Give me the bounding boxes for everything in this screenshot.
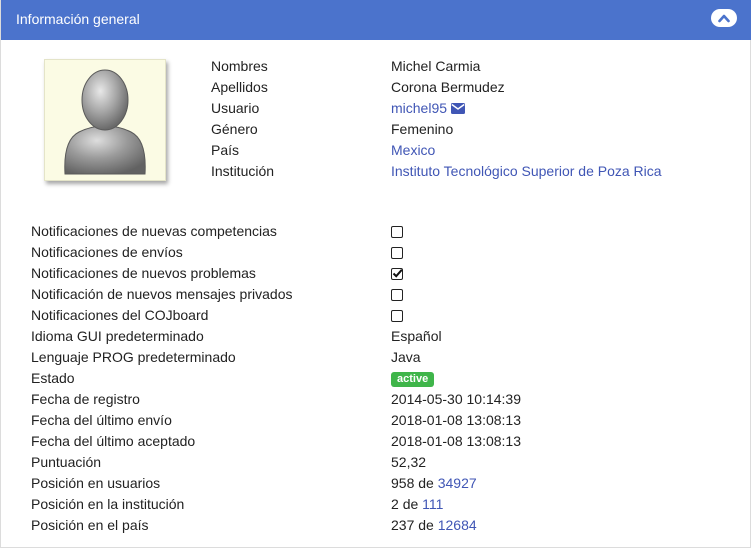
last-name-label: Apellidos [211,79,268,95]
notif-submissions-checkbox-wrap [391,242,403,262]
score-value: 52,32 [391,454,427,470]
country-label: País [211,142,240,158]
panel-title: Información general [16,11,140,27]
notif-competitions-checkbox-wrap [391,221,403,241]
user-rank-total-link[interactable]: 34927 [438,475,477,491]
user-rank-label: Posición en usuarios [31,475,161,491]
institution-link[interactable]: Instituto Tecnológico Superior de Poza R… [391,161,662,181]
username-field: michel95 [391,98,466,118]
notif-problems-checkbox-wrap [391,263,403,283]
institution-rank-of: de [402,496,419,512]
prog-language-value: Java [391,349,421,365]
country-rank-of: de [418,517,434,533]
status-badge: active [391,372,435,387]
country-rank-field: 237 de 12684 [391,515,477,535]
chevron-up-icon [718,14,730,23]
notif-messages-checkbox[interactable] [391,289,403,301]
institution-rank-field: 2 de 111 [391,494,443,514]
user-rank-of: de [418,475,434,491]
avatar [44,59,166,181]
notif-cojboard-label: Notificaciones del COJboard [31,307,209,323]
last-submission-label: Fecha del último envío [31,412,172,428]
envelope-icon[interactable] [451,103,466,114]
institution-link-text[interactable]: Instituto Tecnológico Superior de Poza R… [391,163,662,179]
country-link-text[interactable]: Mexico [391,142,435,158]
institution-rank-value: 2 [391,496,399,512]
score-label: Puntuación [31,454,102,470]
notif-messages-label: Notificación de nuevos mensajes privados [31,286,293,302]
gui-language-value: Español [391,328,442,344]
country-rank-total-link[interactable]: 12684 [438,517,477,533]
notif-competitions-checkbox[interactable] [391,226,403,238]
institution-rank-label: Posición en la institución [31,496,185,512]
notif-submissions-label: Notificaciones de envíos [31,244,183,260]
last-submission-value: 2018-01-08 13:08:13 [391,412,521,428]
collapse-button[interactable] [711,9,737,27]
notif-cojboard-checkbox-wrap [391,305,403,325]
notif-messages-checkbox-wrap [391,284,403,304]
last-accepted-value: 2018-01-08 13:08:13 [391,433,521,449]
first-name-label: Nombres [211,58,268,74]
last-name-value: Corona Bermudez [391,79,505,95]
last-accepted-label: Fecha del último aceptado [31,433,196,449]
user-silhouette-icon [64,69,146,175]
country-rank-label: Posición en el país [31,517,149,533]
notif-competitions-label: Notificaciones de nuevas competencias [31,223,277,239]
notif-problems-label: Notificaciones de nuevos problemas [31,265,256,281]
notif-submissions-checkbox[interactable] [391,247,403,259]
status-field: active [391,368,435,388]
registration-date-label: Fecha de registro [31,391,140,407]
checkmark-icon [392,269,403,278]
registration-date-value: 2014-05-30 10:14:39 [391,391,521,407]
status-label: Estado [31,370,75,386]
panel-header: Información general [1,0,751,40]
gender-value: Femenino [391,121,454,137]
user-rank-value: 958 [391,475,415,491]
institution-rank-total-link[interactable]: 111 [422,496,443,512]
prog-language-label: Lenguaje PROG predeterminado [31,349,236,365]
notif-problems-checkbox[interactable] [391,268,403,280]
institution-label: Institución [211,163,275,179]
gender-label: Género [211,121,258,137]
user-rank-field: 958 de 34927 [391,473,477,493]
username-label: Usuario [211,100,260,116]
country-rank-value: 237 [391,517,415,533]
username-link[interactable]: michel95 [391,100,447,116]
country-link[interactable]: Mexico [391,140,435,160]
general-info-panel: Información general Nombres Michel Carmi… [0,0,751,548]
gui-language-label: Idioma GUI predeterminado [31,328,204,344]
first-name-value: Michel Carmia [391,58,481,74]
notif-cojboard-checkbox[interactable] [391,310,403,322]
